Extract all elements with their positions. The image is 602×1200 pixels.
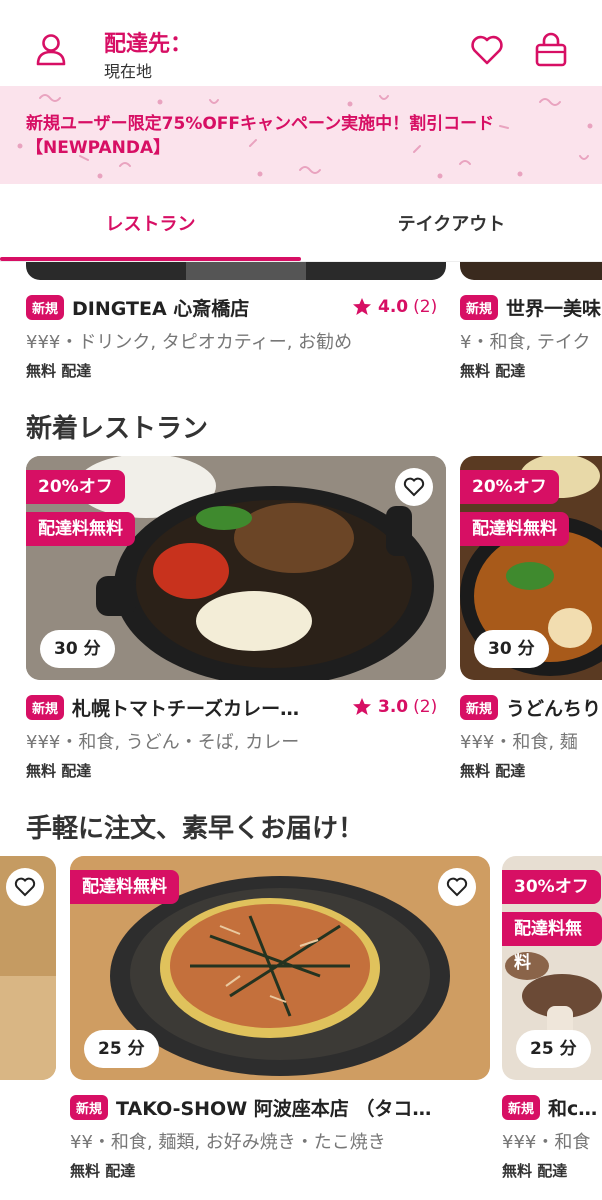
free-delivery-badge: 配達料無料 bbox=[70, 870, 179, 904]
heart-icon bbox=[14, 877, 36, 897]
delivery-fee: 無料 配達 bbox=[70, 1162, 136, 1180]
heart-icon bbox=[403, 477, 425, 497]
delivery-time: 30 分 bbox=[474, 630, 549, 668]
new-badge: 新規 bbox=[70, 1095, 109, 1120]
favorite-button[interactable] bbox=[395, 468, 433, 506]
discount-badge: 30%オフ bbox=[502, 870, 601, 904]
discount-badge: 20%オフ bbox=[460, 470, 559, 504]
restaurant-meta: ¥¥¥・和食 bbox=[502, 1132, 591, 1153]
restaurant-image[interactable] bbox=[26, 262, 446, 280]
tab-bar: レストラン テイクアウト bbox=[0, 184, 602, 262]
restaurant-name-row[interactable]: 新規 TAKO-SHOW 阿波座本店 （タコ… bbox=[70, 1094, 470, 1121]
delivery-fee: 無料 配達 bbox=[26, 762, 92, 780]
app-header: 配達先： 現在地 bbox=[0, 0, 602, 86]
new-badge: 新規 bbox=[502, 1095, 541, 1120]
discount-badge: 20%オフ bbox=[26, 470, 125, 504]
delivery-time: 30 分 bbox=[40, 630, 115, 668]
new-badge: 新規 bbox=[460, 295, 499, 320]
new-badge: 新規 bbox=[460, 695, 499, 720]
restaurant-name: TAKO-SHOW 阿波座本店 （タコ… bbox=[116, 1098, 432, 1120]
restaurant-name: 和cafe bbox=[548, 1098, 602, 1120]
rating: 4.0 (2) bbox=[352, 297, 437, 317]
delivery-fee: 無料 配達 bbox=[460, 762, 526, 780]
delivery-fee: 無料 配達 bbox=[502, 1162, 568, 1180]
restaurant-meta: ¥¥¥・ドリンク, タピオカティー, お勧め bbox=[26, 332, 353, 353]
section-title-quick: 手軽に注文、素早くお届け！ bbox=[26, 814, 365, 844]
free-delivery-badge: 配達料無料 bbox=[502, 912, 602, 973]
restaurant-name-row[interactable]: 新規 うどんちり bbox=[460, 694, 602, 721]
restaurant-meta: ¥¥¥・和食, 麺 bbox=[460, 732, 578, 753]
tab-restaurant[interactable]: レストラン bbox=[0, 210, 301, 236]
delivery-fee: 無料 配達 bbox=[460, 362, 526, 380]
free-delivery-badge: 配達料無料 bbox=[460, 512, 569, 546]
restaurant-name: 札幌トマトチーズカレー… bbox=[72, 698, 300, 720]
heart-icon bbox=[446, 877, 468, 897]
restaurant-name: 世界一美味 bbox=[506, 298, 602, 320]
bag-icon[interactable] bbox=[534, 32, 568, 72]
restaurant-meta: ¥¥・和食, 麺類, お好み焼き・たこ焼き bbox=[70, 1132, 386, 1153]
tab-active-indicator bbox=[0, 257, 301, 261]
favorite-button[interactable] bbox=[6, 868, 44, 906]
user-icon[interactable] bbox=[34, 32, 68, 70]
star-icon bbox=[353, 298, 371, 315]
restaurant-meta: ¥¥¥・和食, うどん・そば, カレー bbox=[26, 732, 300, 753]
restaurant-name-row[interactable]: 新規 札幌トマトチーズカレー… bbox=[26, 694, 342, 721]
restaurant-name-row[interactable]: 新規 DINGTEA 心斎橋店 bbox=[26, 294, 346, 321]
section-title-new: 新着レストラン bbox=[26, 414, 209, 444]
restaurant-image[interactable] bbox=[460, 262, 602, 280]
restaurant-name-row[interactable]: 新規 世界一美味 bbox=[460, 294, 602, 321]
promo-banner[interactable]: 新規ユーザー限定75%OFFキャンペーン実施中！割引コード 【NEWPANDA】 bbox=[0, 86, 602, 184]
heart-icon[interactable] bbox=[470, 34, 504, 70]
rating: 3.0 (2) bbox=[352, 697, 437, 717]
restaurant-meta: ¥・和食, テイク bbox=[460, 332, 591, 353]
tab-takeout[interactable]: テイクアウト bbox=[301, 210, 602, 236]
restaurant-name-row[interactable]: 新規 和cafe bbox=[502, 1094, 602, 1121]
favorite-button[interactable] bbox=[438, 868, 476, 906]
new-badge: 新規 bbox=[26, 695, 65, 720]
delivery-location[interactable]: 現在地 bbox=[104, 58, 152, 82]
promo-text: 新規ユーザー限定75%OFFキャンペーン実施中！割引コード 【NEWPANDA】 bbox=[26, 114, 495, 158]
star-icon bbox=[353, 698, 371, 715]
delivery-fee: 無料 配達 bbox=[26, 362, 92, 380]
restaurant-name: DINGTEA 心斎橋店 bbox=[72, 298, 250, 320]
new-badge: 新規 bbox=[26, 295, 65, 320]
restaurant-name: うどんちり bbox=[506, 698, 602, 720]
delivery-time: 25 分 bbox=[516, 1030, 591, 1068]
free-delivery-badge: 配達料無料 bbox=[26, 512, 135, 546]
delivery-time: 25 分 bbox=[84, 1030, 159, 1068]
delivery-label[interactable]: 配達先： bbox=[104, 26, 192, 58]
